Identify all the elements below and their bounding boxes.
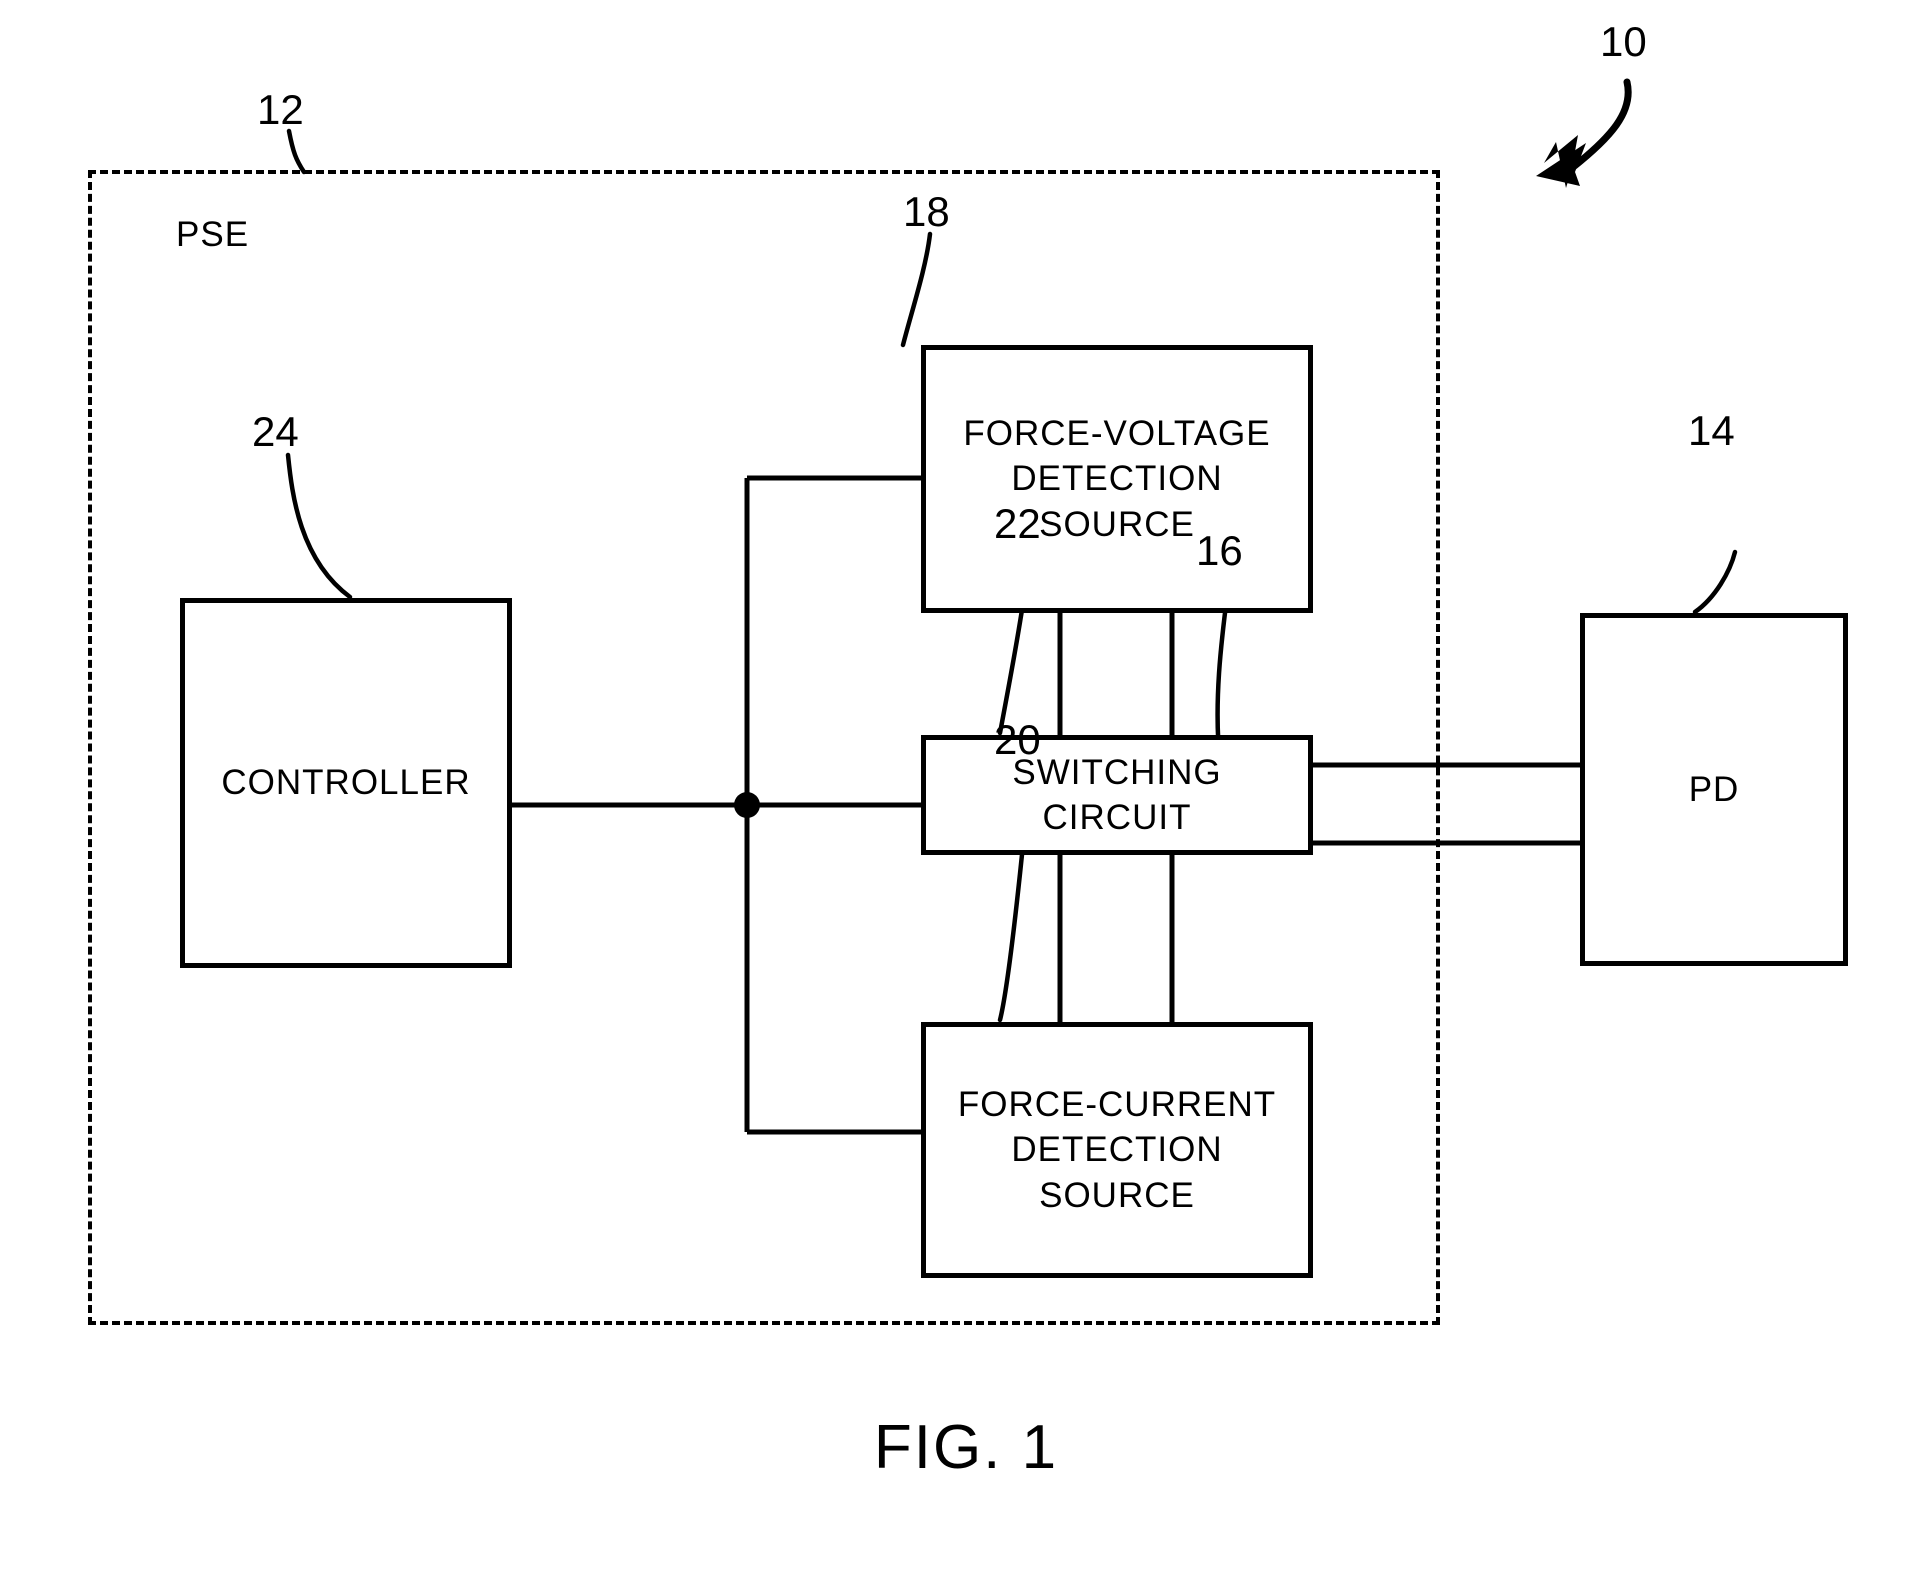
reference-numeral-18: 18 xyxy=(903,188,950,235)
block-force-current-detection-source[interactable]: FORCE-CURRENT DETECTION SOURCE xyxy=(921,1022,1313,1278)
block-controller[interactable]: CONTROLLER xyxy=(180,598,512,968)
junction-dot xyxy=(734,792,760,818)
system-arrow-10 xyxy=(1536,78,1632,188)
figure-caption: FIG. 1 xyxy=(873,1413,1059,1482)
reference-numeral-20: 20 xyxy=(994,716,1041,763)
patent-figure-page: PSE FORCE-VOLTAGE DETECTION SOURCE SWITC… xyxy=(0,0,1932,1570)
block-powered-device[interactable]: PD xyxy=(1580,613,1848,966)
reference-numeral-24: 24 xyxy=(252,408,299,455)
reference-numeral-14: 14 xyxy=(1688,407,1735,454)
block-force-current-detection-source-label: FORCE-CURRENT DETECTION SOURCE xyxy=(957,1084,1277,1215)
block-switching-circuit-label: SWITCHING CIRCUIT xyxy=(1012,752,1222,838)
block-powered-device-label: PD xyxy=(1688,769,1740,809)
leader-line-14 xyxy=(1692,549,1738,615)
block-controller-label: CONTROLLER xyxy=(221,763,471,803)
reference-numeral-12: 12 xyxy=(257,86,304,133)
leader-line-24 xyxy=(285,452,353,600)
leader-line-12 xyxy=(286,128,307,175)
reference-numeral-10: 10 xyxy=(1600,18,1647,65)
reference-numeral-16: 16 xyxy=(1196,527,1243,574)
pse-label: PSE xyxy=(176,215,250,254)
block-switching-circuit[interactable]: SWITCHING CIRCUIT xyxy=(921,735,1313,855)
block-force-voltage-detection-source[interactable]: FORCE-VOLTAGE DETECTION SOURCE xyxy=(921,345,1313,613)
reference-numeral-22: 22 xyxy=(994,500,1041,547)
leader-line-18 xyxy=(900,231,933,348)
